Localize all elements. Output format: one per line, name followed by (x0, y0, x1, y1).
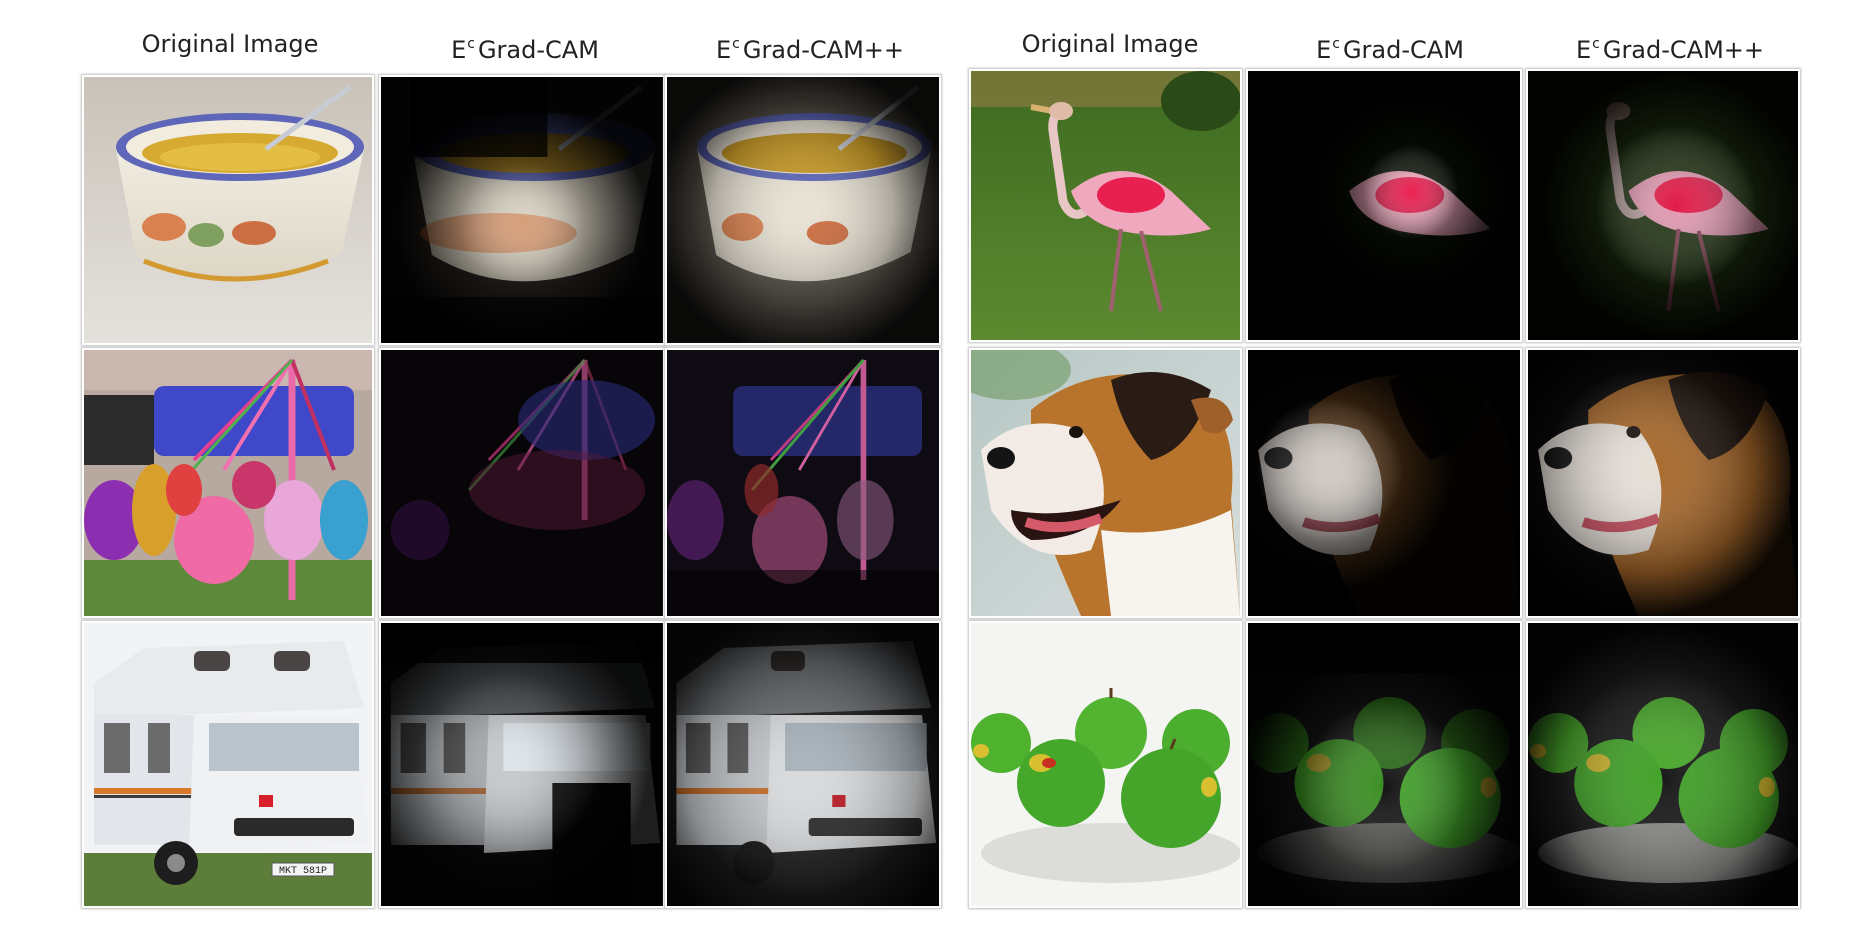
header-superscript: c (1332, 36, 1340, 52)
header-superscript: c (467, 36, 475, 52)
header-prefix: E (1316, 36, 1332, 64)
header-text: Grad-CAM++ (1602, 36, 1765, 64)
image-apples-ec-gradcam (1248, 623, 1520, 906)
header-text: Grad-CAM++ (742, 36, 905, 64)
header-ec-gradcam-right: Ec Grad-CAM (1250, 24, 1530, 64)
image-dog-original (971, 350, 1240, 616)
image-apples-ec-gradcam-plusplus (1528, 623, 1798, 906)
image-spoonbill-ec-gradcam (1248, 71, 1520, 340)
image-dog-ec-gradcam-plusplus (1528, 350, 1798, 616)
image-maypole-ec-gradcam-plusplus (667, 350, 939, 616)
header-ec-gradcam-plusplus-right: Ec Grad-CAM++ (1530, 24, 1810, 64)
header-superscript: c (732, 36, 740, 52)
header-ec-gradcam-left: Ec Grad-CAM (380, 24, 670, 64)
header-text: Grad-CAM (477, 36, 599, 64)
header-prefix: E (451, 36, 467, 64)
header-ec-gradcam-plusplus-left: Ec Grad-CAM++ (670, 24, 950, 64)
image-maypole-original (84, 350, 372, 616)
header-superscript: c (1592, 36, 1600, 52)
header-text: Grad-CAM (1342, 36, 1464, 64)
image-camper-van-original: MKT 581P (84, 623, 372, 906)
header-original-image-left: Original Image (80, 24, 380, 64)
image-dog-ec-gradcam (1248, 350, 1520, 616)
van-license-plate: MKT 581P (279, 866, 327, 877)
image-camper-van-ec-gradcam (381, 623, 663, 906)
image-soup-bowl-ec-gradcam-plusplus (667, 77, 939, 343)
image-soup-bowl-ec-gradcam (381, 77, 663, 343)
image-spoonbill-ec-gradcam-plusplus (1528, 71, 1798, 340)
header-text: Original Image (1021, 30, 1199, 58)
image-soup-bowl-original (84, 77, 372, 343)
header-original-image-right: Original Image (970, 24, 1250, 64)
image-apples-original (971, 623, 1240, 906)
header-prefix: E (715, 36, 732, 64)
image-spoonbill-original (971, 71, 1240, 340)
image-maypole-ec-gradcam (381, 350, 663, 616)
image-camper-van-ec-gradcam-plusplus (667, 623, 939, 906)
header-text: Original Image (141, 30, 319, 58)
header-prefix: E (1575, 36, 1592, 64)
